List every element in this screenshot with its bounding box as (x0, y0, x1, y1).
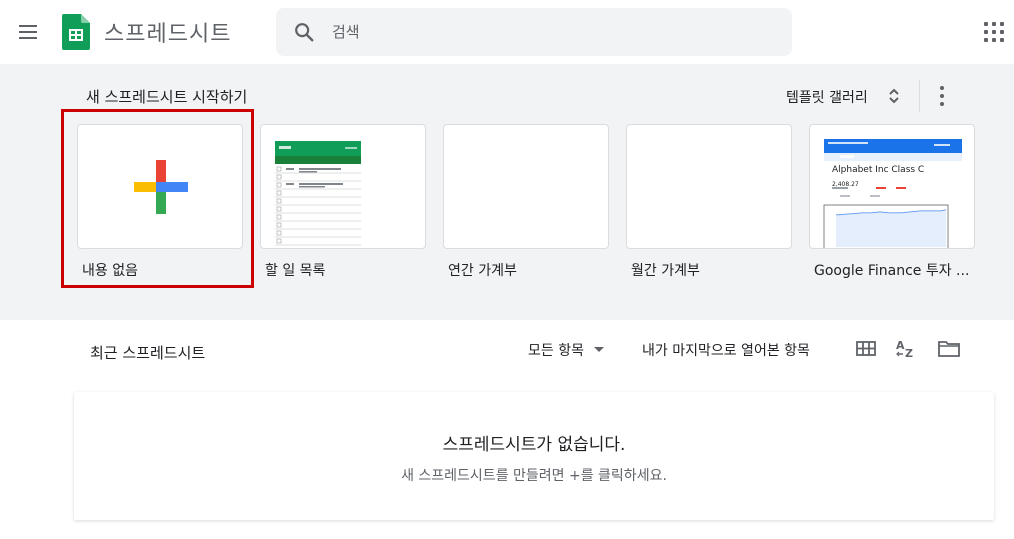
owner-filter-dropdown[interactable]: 모든 항목 (522, 336, 612, 362)
more-options-button[interactable] (930, 82, 954, 110)
search-input[interactable] (332, 20, 772, 44)
empty-state-title: 스프레드시트가 없습니다. (442, 435, 626, 455)
apps-dot (992, 22, 996, 26)
apps-dot (992, 38, 996, 42)
divider (919, 80, 920, 112)
more-dot (940, 94, 944, 98)
template-section-title: 새 스프레드시트 시작하기 (86, 88, 248, 106)
selection-highlight (61, 109, 254, 288)
template-label: Google Finance 투자 ... (814, 263, 970, 279)
template-thumbnail (626, 124, 792, 249)
template-label: 월간 가계부 (631, 263, 700, 279)
todo-preview-image (275, 141, 361, 246)
apps-dot (1000, 38, 1004, 42)
svg-text:Z: Z (905, 347, 913, 360)
empty-state-card: 스프레드시트가 없습니다. 새 스프레드시트를 만들려면 +를 클릭하세요. (74, 392, 994, 520)
more-vert-icon (940, 86, 944, 90)
template-thumbnail (260, 124, 426, 249)
template-label: 연간 가계부 (448, 263, 517, 279)
google-apps-grid-icon (984, 22, 988, 26)
folder-picker-icon[interactable] (935, 336, 963, 362)
apps-dot (1000, 22, 1004, 26)
apps-dot (984, 30, 988, 34)
template-gallery-button[interactable]: 템플릿 갤러리 (780, 81, 910, 111)
template-annual-budget[interactable]: 연간 가계부 (443, 124, 609, 284)
svg-text:A: A (896, 339, 905, 352)
sort-by-last-opened-button[interactable]: 내가 마지막으로 열어본 항목 (636, 336, 826, 362)
apps-dot (992, 30, 996, 34)
google-apps-button[interactable] (982, 20, 1006, 44)
sort-az-icon[interactable]: A Z (893, 336, 921, 362)
hamburger-line (19, 37, 37, 39)
search-bar[interactable] (276, 8, 792, 56)
template-label: 할 일 목록 (265, 263, 326, 279)
empty-state-subtitle: 새 스프레드시트를 만들려면 +를 클릭하세요. (401, 468, 667, 484)
sheets-logo-icon[interactable] (62, 14, 90, 50)
hamburger-line (19, 31, 37, 33)
app-header: 스프레드시트 (0, 0, 1014, 64)
template-monthly-budget[interactable]: 월간 가계부 (626, 124, 792, 284)
finance-preview-price: 2,408.27 (832, 181, 859, 188)
recent-section-title: 최근 스프레드시트 (90, 344, 206, 362)
template-thumbnail: Alphabet Inc Class C 2,408.27 (809, 124, 975, 249)
grid-view-icon[interactable] (852, 336, 880, 362)
apps-dot (1000, 30, 1004, 34)
hamburger-menu-icon (19, 25, 37, 27)
arrow-drop-down-icon (594, 347, 604, 352)
owner-filter-label: 모든 항목 (528, 343, 584, 359)
finance-preview-title: Alphabet Inc Class C (832, 165, 925, 175)
search-icon[interactable] (293, 21, 315, 43)
more-dot (940, 102, 944, 106)
main-menu-button[interactable] (14, 18, 42, 46)
template-thumbnail (443, 124, 609, 249)
apps-dot (984, 38, 988, 42)
app-title[interactable]: 스프레드시트 (104, 16, 231, 48)
sort-label: 내가 마지막으로 열어본 항목 (642, 343, 810, 359)
template-gallery-label: 템플릿 갤러리 (786, 90, 868, 106)
template-todo-list[interactable]: 할 일 목록 (260, 124, 426, 284)
unfold-more-icon (889, 88, 899, 104)
template-google-finance[interactable]: Alphabet Inc Class C 2,408.27 Google Fin… (809, 124, 975, 284)
